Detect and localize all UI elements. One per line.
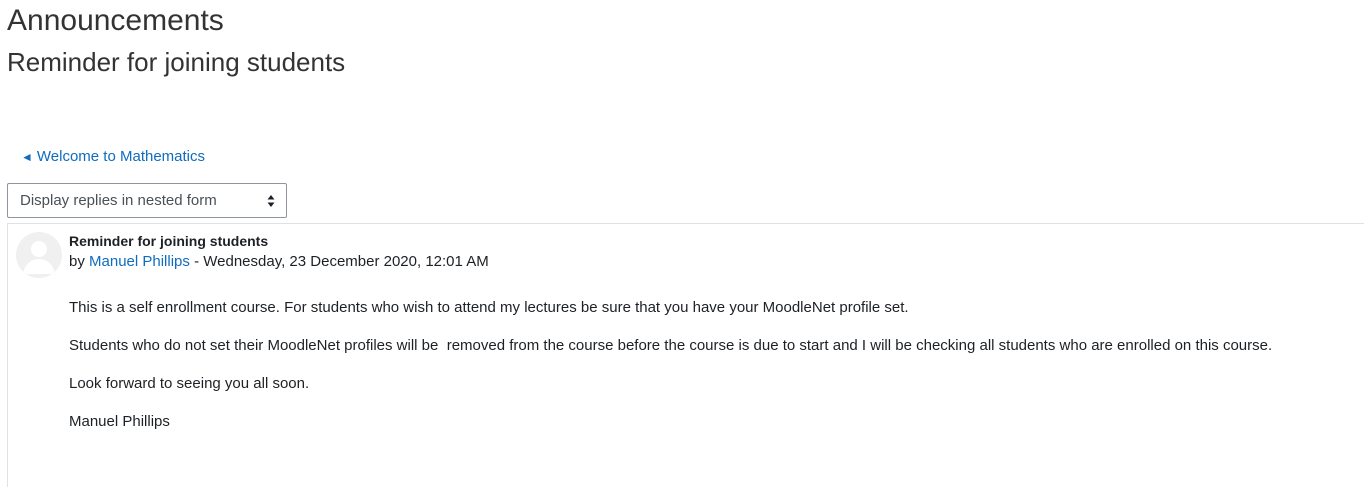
post-subject: Reminder for joining students bbox=[69, 233, 269, 249]
post-byline: by Manuel Phillips - Wednesday, 23 Decem… bbox=[69, 252, 489, 272]
avatar[interactable] bbox=[16, 232, 62, 278]
byline-separator: - bbox=[189, 253, 204, 270]
previous-discussion-label: Welcome to Mathematics bbox=[36, 148, 206, 165]
left-triangle-icon: ◄ bbox=[21, 150, 33, 164]
sort-updown-icon bbox=[267, 195, 275, 207]
post-signature: Manuel Phillips bbox=[69, 413, 170, 430]
discussion-title: Reminder for joining students bbox=[7, 47, 346, 77]
forum-post: Reminder for joining students by Manuel … bbox=[7, 223, 1364, 487]
post-paragraph: Students who do not set their MoodleNet … bbox=[69, 337, 1273, 354]
display-mode-select[interactable]: Display replies in nested form bbox=[7, 183, 287, 218]
byline-prefix: by bbox=[69, 253, 85, 270]
post-content: This is a self enrollment course. For st… bbox=[69, 298, 1349, 450]
page: Announcements Reminder for joining stude… bbox=[0, 0, 1364, 487]
post-paragraph: This is a self enrollment course. For st… bbox=[69, 299, 909, 316]
user-silhouette-icon bbox=[16, 232, 62, 278]
display-mode-selected-value: Display replies in nested form bbox=[20, 192, 217, 209]
author-link[interactable]: Manuel Phillips bbox=[89, 253, 190, 270]
post-date: Wednesday, 23 December 2020, 12:01 AM bbox=[203, 253, 489, 270]
post-paragraph: Look forward to seeing you all soon. bbox=[69, 375, 310, 392]
forum-title: Announcements bbox=[7, 4, 224, 37]
previous-discussion-link[interactable]: ◄ Welcome to Mathematics bbox=[21, 147, 205, 167]
